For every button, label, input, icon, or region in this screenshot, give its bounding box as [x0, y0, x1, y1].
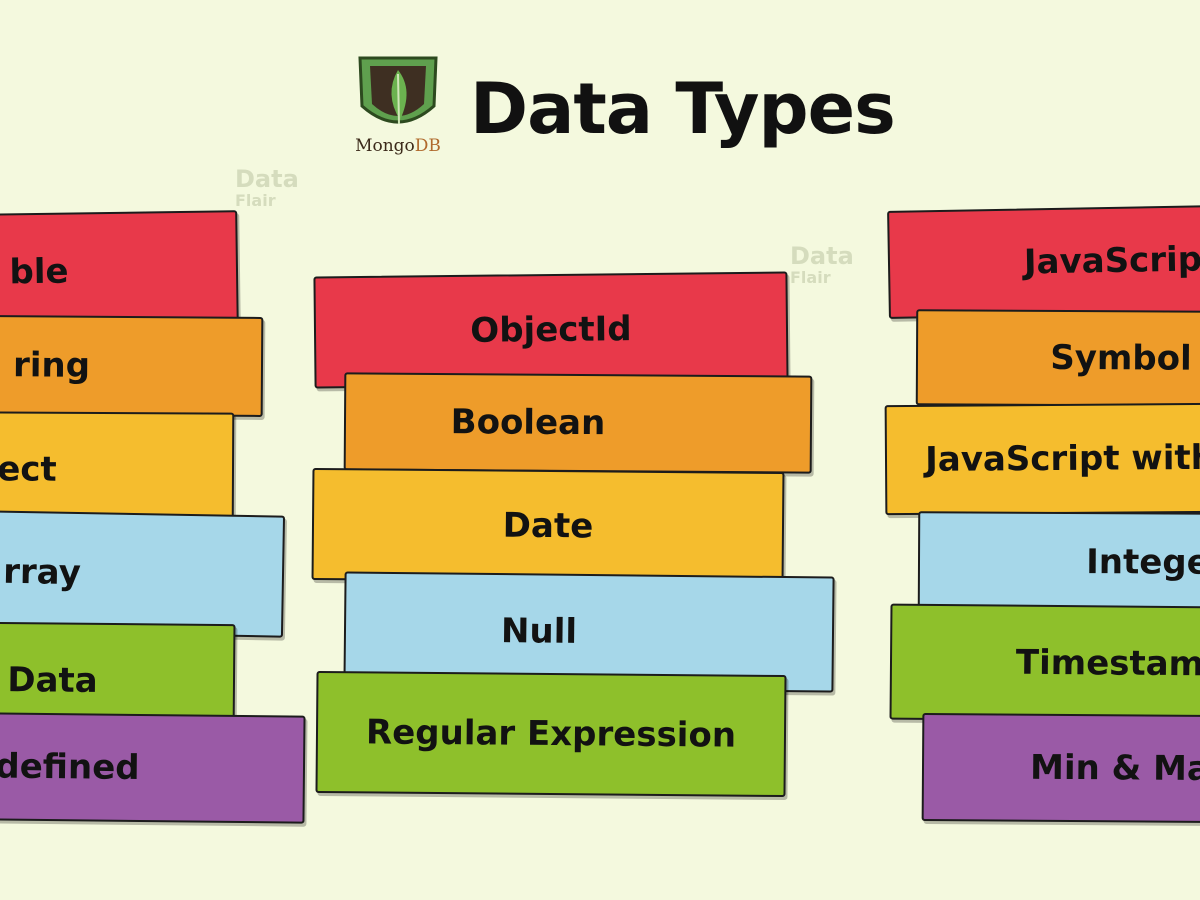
type-block-integer: Intege	[917, 511, 1200, 613]
mongodb-logo: MongoDB	[348, 50, 448, 165]
logo-text: MongoDB	[355, 136, 441, 156]
type-block-objectid: ObjectId	[313, 271, 789, 389]
type-block-array: rray	[0, 510, 286, 638]
watermark: DataFlair	[790, 242, 854, 287]
type-block-timestamp: Timestam	[889, 603, 1200, 723]
type-block-javascript-with-scope: JavaScript with	[884, 402, 1200, 516]
type-block-double: ble	[0, 210, 239, 332]
type-block-min-max-keys: Min & Ma	[921, 712, 1200, 824]
type-block-regular-expression: Regular Expression	[315, 670, 787, 798]
page-title: Data Types	[470, 68, 896, 150]
type-block-javascript: JavaScrip	[887, 205, 1200, 319]
watermark: DataFlair	[235, 165, 299, 210]
type-block-boolean: Boolean	[343, 372, 813, 474]
type-block-string: ring	[0, 315, 264, 417]
type-block-undefined: defined	[0, 712, 306, 824]
type-block-symbol: Symbol	[915, 309, 1200, 407]
mongodb-leaf-icon	[358, 56, 438, 125]
type-block-date: Date	[311, 467, 785, 585]
